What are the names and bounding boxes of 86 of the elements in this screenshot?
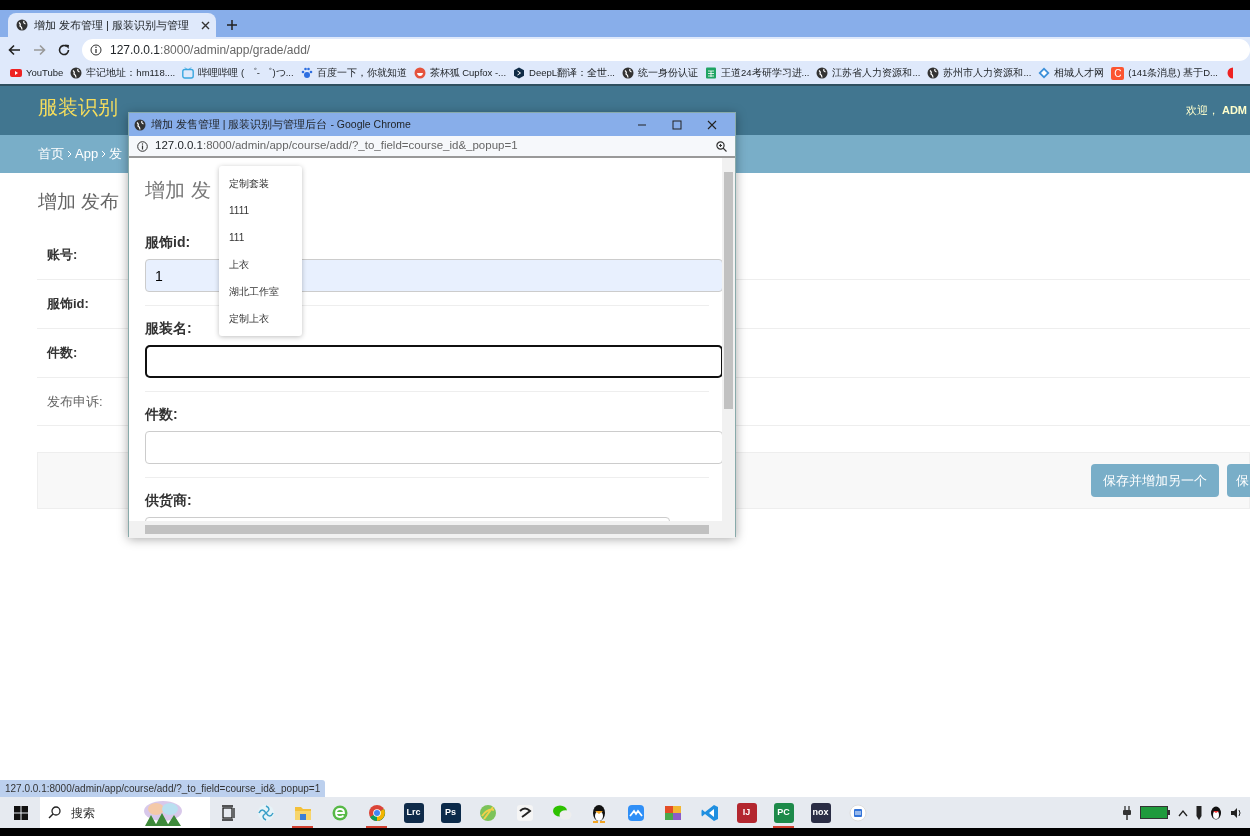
scrollbar[interactable] bbox=[129, 521, 735, 538]
bookmark[interactable]: DeepL翻译：全世... bbox=[513, 65, 615, 81]
field-label: 供货商: bbox=[145, 492, 192, 509]
page-title: 增加 发布 bbox=[38, 190, 120, 214]
field-label: 服饰id: bbox=[47, 295, 89, 314]
battery-icon bbox=[1140, 806, 1170, 819]
note-app-icon[interactable] bbox=[848, 803, 867, 822]
back-icon[interactable] bbox=[8, 43, 21, 56]
bookmark[interactable]: 百度一下，你就知道 bbox=[300, 65, 407, 81]
tv-icon bbox=[182, 67, 195, 79]
globe-icon bbox=[927, 67, 940, 79]
globe-icon bbox=[621, 67, 634, 79]
site-title: 服装识别 bbox=[38, 94, 118, 120]
code-editor-icon[interactable] bbox=[700, 803, 719, 822]
globe-icon bbox=[70, 67, 83, 79]
bookmark[interactable]: 江苏省人力资源和... bbox=[816, 65, 921, 81]
plug-icon bbox=[1122, 805, 1132, 820]
bookmark[interactable]: 苏州市人力资源和... bbox=[927, 65, 1032, 81]
search-field[interactable]: 搜索 bbox=[40, 797, 210, 828]
spreadsheet-icon bbox=[704, 67, 717, 79]
app-icon[interactable]: Lrc bbox=[403, 802, 424, 823]
chevron-icon bbox=[101, 150, 107, 158]
field-label: 账号: bbox=[47, 245, 78, 264]
field-label: 件数: bbox=[47, 344, 78, 363]
scrollbar[interactable] bbox=[722, 158, 735, 521]
page-title: 增加 发 bbox=[145, 178, 211, 202]
app-icon[interactable]: nox bbox=[810, 802, 831, 823]
app-icon[interactable]: IJ bbox=[736, 802, 757, 823]
bookmark[interactable]: 茶杯狐 Cupfox -... bbox=[413, 65, 507, 81]
maximize-icon[interactable] bbox=[672, 119, 682, 130]
bookmark[interactable]: 相城人才网 bbox=[1038, 65, 1105, 81]
url-text: 127.0.0.1:8000/admin/app/grade/add/ bbox=[110, 41, 311, 59]
cloud-icon bbox=[141, 799, 185, 826]
address-bar[interactable]: 127.0.0.1:8000/admin/app/grade/add/ bbox=[82, 38, 1250, 61]
globe-icon bbox=[816, 67, 829, 79]
diamond-icon bbox=[1038, 67, 1051, 79]
chevron-up-icon[interactable] bbox=[1178, 808, 1188, 817]
menu-item[interactable]: 定制上衣 bbox=[219, 305, 302, 332]
placeholder-text: 搜索 bbox=[71, 804, 95, 822]
bookmark[interactable]: YouTube bbox=[10, 65, 64, 81]
browser-icon[interactable] bbox=[367, 803, 386, 822]
cloud-app-icon[interactable] bbox=[626, 803, 645, 822]
app-icon[interactable]: Ps bbox=[440, 802, 461, 823]
video-icon bbox=[10, 67, 22, 79]
welcome-text: 欢迎， ADM bbox=[1185, 103, 1247, 119]
field-label: 服饰id: bbox=[145, 234, 191, 251]
close-icon[interactable] bbox=[707, 119, 717, 130]
pen-icon[interactable] bbox=[1196, 805, 1202, 820]
blocks-icon[interactable] bbox=[663, 803, 682, 822]
globe-e-icon[interactable] bbox=[330, 803, 349, 822]
chevron-icon bbox=[67, 150, 72, 158]
app-icon[interactable]: PC bbox=[773, 802, 794, 823]
bookmark[interactable]: 统一身份认证 bbox=[621, 65, 698, 81]
input-field[interactable] bbox=[145, 345, 723, 378]
browser-tab[interactable]: 增加 发布管理 | 服装识别与管理 bbox=[8, 13, 216, 37]
new-tab-icon[interactable] bbox=[226, 19, 238, 31]
speaker-icon[interactable] bbox=[1230, 806, 1242, 819]
task-view-icon[interactable] bbox=[220, 804, 237, 821]
globe-icon bbox=[16, 19, 28, 31]
close-icon[interactable] bbox=[201, 20, 210, 30]
zoom-icon[interactable] bbox=[716, 140, 727, 152]
reload-icon[interactable] bbox=[58, 43, 70, 56]
info-icon bbox=[90, 43, 102, 56]
hexagon-icon bbox=[513, 67, 526, 79]
penguin-icon[interactable] bbox=[1210, 805, 1222, 820]
url-text: 127.0.0.1:8000/admin/app/course/add/?_to_field=course_id&_popup=1 bbox=[155, 138, 519, 154]
penguin-icon[interactable] bbox=[590, 802, 607, 823]
field-label: 发布申诉: bbox=[47, 392, 103, 411]
swirl-icon[interactable] bbox=[256, 803, 275, 822]
menu-item[interactable]: 定制套装 bbox=[219, 170, 302, 197]
bookmark[interactable]: 哔哩哔哩 ( ゜- ゜)つ... bbox=[182, 65, 294, 81]
search-icon bbox=[48, 806, 61, 819]
field-label: 件数: bbox=[145, 406, 178, 423]
folder-icon[interactable] bbox=[293, 804, 312, 821]
bookmark[interactable]: 牢记地址：hm118.... bbox=[70, 65, 176, 81]
paw-icon bbox=[300, 67, 313, 79]
windows-icon[interactable] bbox=[14, 805, 28, 820]
field-label: 服装名: bbox=[145, 320, 192, 337]
bookmark[interactable]: C (141条消息) 基于D... bbox=[1111, 65, 1218, 81]
window-title: 增加 发售管理 | 服装识别与管理后台 - Google Chrome bbox=[151, 116, 412, 132]
globe-icon bbox=[134, 118, 146, 131]
menu-item[interactable]: 111 bbox=[219, 224, 302, 251]
menu-item[interactable]: 1111 bbox=[219, 197, 302, 224]
bookmark[interactable]: 王道24考研学习进... bbox=[704, 65, 810, 81]
status-url: 127.0.0.1:8000/admin/app/course/add/?_to_field=course_id&_popup=1 bbox=[0, 780, 326, 797]
info-icon bbox=[137, 140, 148, 152]
